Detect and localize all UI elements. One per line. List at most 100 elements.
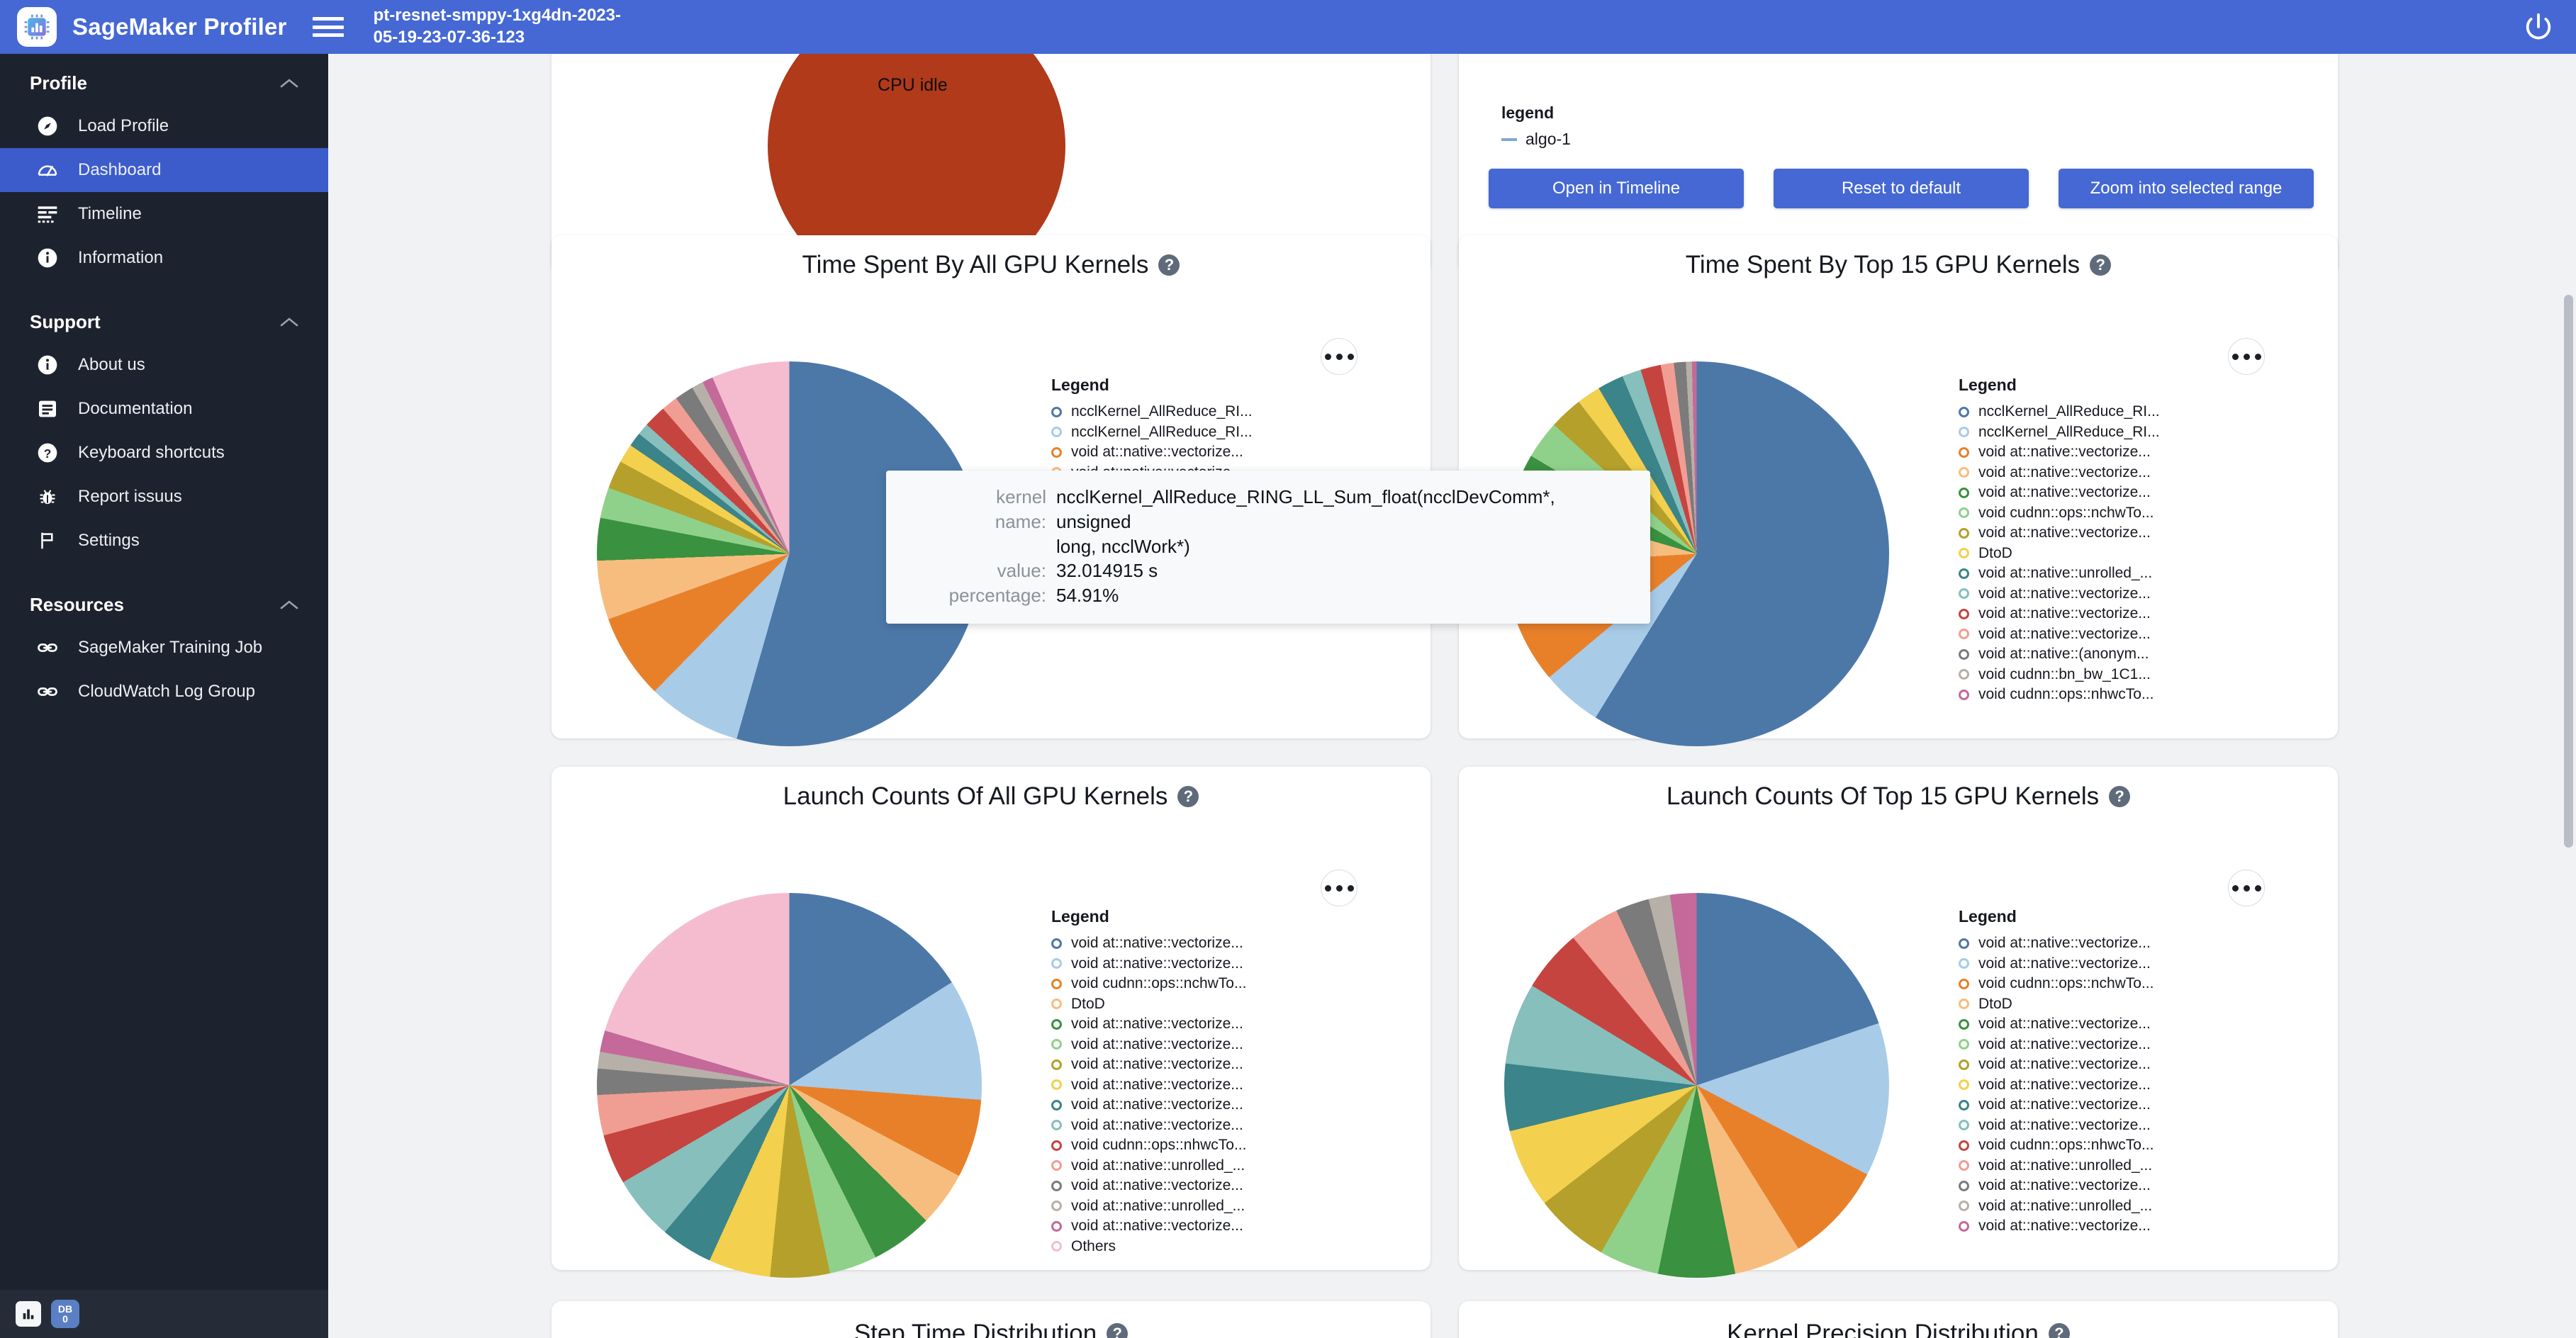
sidebar-item-sagemaker-training-job[interactable]: SageMaker Training Job xyxy=(0,626,328,670)
sidebar-group-profile[interactable]: Profile xyxy=(0,54,328,104)
sidebar-item-label: Load Profile xyxy=(78,116,169,135)
tooltip-key: kernel name: xyxy=(902,485,1056,558)
sidebar-item-report-issues[interactable]: Report issuus xyxy=(0,475,328,519)
legend-item[interactable]: void cudnn::ops::nchwTo... xyxy=(1959,974,2154,994)
legend-item[interactable]: void at::native::vectorize... xyxy=(1051,1095,1246,1115)
bar-chart-icon[interactable] xyxy=(16,1301,41,1327)
tooltip-value: 54.91% xyxy=(1056,585,1119,607)
sidebar-item-dashboard[interactable]: Dashboard xyxy=(0,148,328,192)
sidebar-group-resources[interactable]: Resources xyxy=(0,563,328,626)
help-icon[interactable]: ? xyxy=(1158,254,1180,276)
sidebar-item-documentation[interactable]: Documentation xyxy=(0,387,328,431)
chevron-up-icon[interactable] xyxy=(280,78,298,89)
legend-item[interactable]: void at::native::vectorize... xyxy=(1051,442,1253,463)
legend-item-label: void at::native::vectorize... xyxy=(1071,935,1243,952)
legend-item[interactable]: void at::native::vectorize... xyxy=(1959,1014,2154,1035)
info-circle-icon xyxy=(35,353,60,377)
ellipsis-icon[interactable] xyxy=(1321,338,1357,375)
legend-item[interactable]: void at::native::unrolled_... xyxy=(1959,1156,2154,1176)
legend-item[interactable]: void at::native::vectorize... xyxy=(1051,1216,1246,1237)
legend-item-label: void at::native::vectorize... xyxy=(1978,955,2151,972)
help-icon[interactable]: ? xyxy=(1107,1323,1129,1338)
legend-item[interactable]: void at::native::vectorize... xyxy=(1959,1075,2154,1096)
timeline-legend-item[interactable]: algo-1 xyxy=(1501,130,1571,149)
legend-item[interactable]: void cudnn::bn_bw_1C1... xyxy=(1959,665,2160,685)
help-icon[interactable]: ? xyxy=(2109,786,2131,807)
sidebar-group-support[interactable]: Support xyxy=(0,280,328,343)
tooltip-value: 32.014915 s xyxy=(1056,560,1158,582)
question-circle-icon: ? xyxy=(35,441,60,465)
legend-item[interactable]: void at::native::unrolled_... xyxy=(1959,563,2160,584)
legend-item-label: void at::native::vectorize... xyxy=(1978,463,2151,480)
vertical-scrollbar[interactable] xyxy=(2564,295,2573,848)
ellipsis-icon[interactable] xyxy=(1321,870,1357,906)
legend-item[interactable]: void at::native::vectorize... xyxy=(1959,624,2160,645)
hamburger-icon[interactable] xyxy=(312,15,344,39)
pie-chart-launch-all[interactable] xyxy=(597,893,982,1278)
legend-item[interactable]: DtoD xyxy=(1959,544,2160,564)
card-kernel-precision-distribution: Kernel Precision Distribution ? xyxy=(1459,1301,2338,1338)
sidebar-item-about-us[interactable]: About us xyxy=(0,343,328,387)
legend-item[interactable]: void at::native::vectorize... xyxy=(1959,523,2160,544)
legend-item[interactable]: void at::native::vectorize... xyxy=(1959,1095,2154,1115)
help-icon[interactable]: ? xyxy=(2090,254,2112,276)
legend-item[interactable]: void at::native::vectorize... xyxy=(1959,483,2160,503)
chevron-up-icon[interactable] xyxy=(280,600,298,611)
legend-item[interactable]: DtoD xyxy=(1959,994,2154,1015)
legend-item[interactable]: void at::native::vectorize... xyxy=(1959,1035,2154,1055)
legend-item[interactable]: void at::native::vectorize... xyxy=(1959,442,2160,463)
legend-item[interactable]: void at::native::vectorize... xyxy=(1051,954,1246,974)
legend-item-label: void at::native::vectorize... xyxy=(1978,935,2151,952)
legend-item[interactable]: void at::native::vectorize... xyxy=(1959,1055,2154,1075)
sidebar-item-timeline[interactable]: Timeline xyxy=(0,192,328,236)
legend-item[interactable]: ncclKernel_AllReduce_RI... xyxy=(1051,402,1253,422)
legend-item[interactable]: void at::native::vectorize... xyxy=(1051,1014,1246,1035)
legend-item[interactable]: DtoD xyxy=(1051,994,1246,1015)
legend-item[interactable]: void at::native::vectorize... xyxy=(1051,1035,1246,1055)
legend-item[interactable]: void at::native::vectorize... xyxy=(1051,1176,1246,1196)
legend-item[interactable]: void cudnn::ops::nhwcTo... xyxy=(1959,1135,2154,1156)
app-logo xyxy=(17,7,57,47)
db-status-badge[interactable]: DB 0 xyxy=(51,1300,79,1328)
legend-item[interactable]: ncclKernel_AllReduce_RI... xyxy=(1959,422,2160,443)
legend-item[interactable]: void at::native::vectorize... xyxy=(1959,1216,2154,1237)
legend-item[interactable]: ncclKernel_AllReduce_RI... xyxy=(1051,422,1253,443)
help-icon[interactable]: ? xyxy=(1177,786,1199,807)
legend-item[interactable]: void cudnn::ops::nchwTo... xyxy=(1051,974,1246,994)
legend-item[interactable]: void cudnn::ops::nhwcTo... xyxy=(1959,685,2160,705)
reset-to-default-button[interactable]: Reset to default xyxy=(1774,169,2029,208)
legend-item-label: void at::native::unrolled_... xyxy=(1978,1197,2153,1214)
sidebar-item-load-profile[interactable]: Load Profile xyxy=(0,104,328,148)
chevron-up-icon[interactable] xyxy=(280,317,298,328)
open-in-timeline-button[interactable]: Open in Timeline xyxy=(1489,169,1744,208)
legend-item[interactable]: void at::native::vectorize... xyxy=(1051,933,1246,954)
legend-item[interactable]: void cudnn::ops::nchwTo... xyxy=(1959,503,2160,524)
legend-item[interactable]: void at::native::vectorize... xyxy=(1959,933,2154,954)
sidebar-item-information[interactable]: Information xyxy=(0,236,328,280)
pie-chart-launch-top15[interactable] xyxy=(1504,893,1889,1278)
ellipsis-icon[interactable] xyxy=(2228,338,2265,375)
legend-item[interactable]: void at::native::unrolled_... xyxy=(1051,1156,1246,1176)
legend-item[interactable]: void at::native::(anonym... xyxy=(1959,644,2160,665)
sidebar-item-settings[interactable]: Settings xyxy=(0,519,328,563)
legend-item[interactable]: void at::native::vectorize... xyxy=(1051,1075,1246,1096)
legend-item[interactable]: void at::native::vectorize... xyxy=(1051,1055,1246,1075)
legend-item[interactable]: ncclKernel_AllReduce_RI... xyxy=(1959,402,2160,422)
legend-item[interactable]: void at::native::vectorize... xyxy=(1959,604,2160,624)
sidebar-item-cloudwatch-log-group[interactable]: CloudWatch Log Group xyxy=(0,670,328,714)
legend-item[interactable]: void at::native::unrolled_... xyxy=(1959,1196,2154,1217)
legend-item[interactable]: void at::native::vectorize... xyxy=(1959,954,2154,974)
legend-item[interactable]: Others xyxy=(1051,1237,1246,1257)
legend-item[interactable]: void cudnn::ops::nhwcTo... xyxy=(1051,1135,1246,1156)
legend-item[interactable]: void at::native::unrolled_... xyxy=(1051,1196,1246,1217)
help-icon[interactable]: ? xyxy=(2048,1323,2070,1338)
power-icon[interactable] xyxy=(2522,11,2555,43)
legend-item[interactable]: void at::native::vectorize... xyxy=(1959,463,2160,483)
zoom-into-selected-range-button[interactable]: Zoom into selected range xyxy=(2059,169,2314,208)
legend-item[interactable]: void at::native::vectorize... xyxy=(1051,1115,1246,1136)
ellipsis-icon[interactable] xyxy=(2228,870,2265,906)
legend-item[interactable]: void at::native::vectorize... xyxy=(1959,1176,2154,1196)
sidebar-item-keyboard-shortcuts[interactable]: ? Keyboard shortcuts xyxy=(0,431,328,475)
legend-item[interactable]: void at::native::vectorize... xyxy=(1959,584,2160,605)
legend-item[interactable]: void at::native::vectorize... xyxy=(1959,1115,2154,1136)
